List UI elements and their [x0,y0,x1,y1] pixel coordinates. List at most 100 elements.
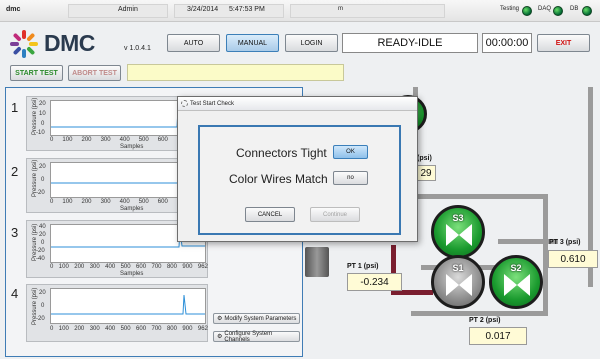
ch3-ytick: -20 [36,248,45,254]
valve-s1[interactable]: S1 [431,255,485,309]
valve-s1-label: S1 [452,263,464,273]
valve-s3-symbol-icon [446,224,472,246]
timer-display: 00:00:00 [482,33,532,53]
time-text: 5:47:53 PM [229,6,265,13]
ch4-xtick: 200 [74,326,85,332]
pipe-bottom [411,311,548,316]
ch3-xtick: 400 [105,264,116,270]
cancel-button[interactable]: CANCEL [245,207,295,222]
auto-button[interactable]: AUTO [167,34,220,52]
pt-top-value: 29 [416,165,436,181]
channel-3-xaxis: 0 100 200 300 400 500 600 700 800 900 96… [50,264,208,270]
login-button[interactable]: LOGIN [285,34,338,52]
ch2-xtick: 500 [138,199,149,205]
app-name: dmc [6,6,21,13]
indicator-db-label: DB [570,6,579,12]
test-start-check-dialog: Test Start Check Connectors Tight OK Col… [177,96,418,242]
ch1-ytick: -10 [36,130,45,136]
connectors-ok-button[interactable]: OK [333,145,368,159]
mode-field [290,4,445,18]
pt2-label: PT 2 (psi) [469,317,501,324]
pt1-label: PT 1 (psi) [347,263,379,270]
pt1-value: -0.234 [347,273,402,291]
dialog-title: Test Start Check [190,100,235,107]
status-bar: dmc Admin 3/24/2014 5:47:53 PM m Testing… [0,0,600,22]
ch3-xtick: 962 [197,264,208,270]
ch3-xtick: 500 [120,264,131,270]
ch3-ytick: 40 [39,224,46,230]
ch3-ytick: 20 [39,232,46,238]
pt-top-label: (psi) [417,155,432,162]
color-wires-no-button[interactable]: no [333,171,368,185]
configure-system-channels-label: Configure System Channels [224,330,273,343]
abort-test-button[interactable]: ABORT TEST [68,65,121,81]
valve-s2[interactable]: S2 [489,255,543,309]
ch1-xtick: 600 [157,137,168,143]
continue-button[interactable]: Continue [310,207,360,222]
channel-3-number: 3 [11,225,19,240]
channel-3-xlabel: Samples [120,271,144,277]
ch1-ytick: 10 [39,111,46,117]
ch2-ytick: 20 [39,164,46,170]
ch4-xtick: 400 [105,326,116,332]
tank [305,247,329,277]
ch3-xtick: 600 [136,264,147,270]
gear-icon: ⚙ [217,316,223,322]
ch2-xtick: 0 [50,199,54,205]
ch4-xtick: 300 [89,326,100,332]
manual-button[interactable]: MANUAL [226,34,279,52]
ch4-xtick: 0 [50,326,54,332]
channel-1-number: 1 [11,100,19,115]
ch4-xtick: 700 [151,326,162,332]
ch4-xtick: 900 [182,326,193,332]
ch2-xtick: 400 [119,199,130,205]
exit-button[interactable]: EXIT [537,34,590,52]
mode-indicator: m [338,6,343,12]
modify-system-parameters-button[interactable]: ⚙ Modify System Parameters [213,313,300,324]
color-wires-match-label: Color Wires Match [229,172,328,186]
ch4-ytick: 20 [39,290,46,296]
ch4-ytick: -20 [36,316,45,322]
channel-4-xaxis: 0 100 200 300 400 500 600 700 800 900 96… [50,326,208,332]
start-test-button[interactable]: START TEST [10,65,63,81]
channel-4-trace [51,294,205,315]
testing-led [522,6,532,16]
pt3-value: 0.610 [548,250,598,268]
test-message-field [127,64,344,81]
ch3-xtick: 0 [50,264,54,270]
ch3-xtick: 700 [151,264,162,270]
version-text: v 1.0.4.1 [124,45,151,52]
channel-4-number: 4 [11,286,19,301]
valve-s3[interactable]: S3 [431,205,485,259]
dialog-content-panel: Connectors Tight OK Color Wires Match no… [198,125,401,235]
ch1-xtick: 0 [50,137,54,143]
ch1-xtick: 500 [138,137,149,143]
user-name: Admin [118,6,138,13]
indicator-testing-label: Testing [500,6,520,12]
ch1-ytick: 0 [41,121,45,127]
dialog-title-bar: Test Start Check [178,97,417,111]
loading-icon [181,100,188,107]
ch2-xtick: 100 [62,199,73,205]
ch1-xtick: 100 [62,137,73,143]
ch4-xtick: 500 [120,326,131,332]
channel-4-plot [50,288,206,324]
logo-text: DMC [44,30,95,56]
ch3-xtick: 200 [74,264,85,270]
channel-4-chart: Pressure (psi) 20 0 -20 0 100 200 300 40… [26,284,208,342]
dmc-logo-icon [10,30,38,58]
date-text: 3/24/2014 [187,6,219,13]
ch3-xtick: 900 [182,264,193,270]
configure-system-channels-button[interactable]: ⚙ Configure System Channels [213,330,300,343]
modify-system-parameters-label: Modify System Parameters [224,315,297,322]
ch3-ytick: 0 [41,240,45,246]
ch1-xtick: 400 [119,137,130,143]
status-display: READY-IDLE [342,33,478,53]
ch1-xtick: 300 [100,137,111,143]
valve-s2-label: S2 [510,263,522,273]
db-led [582,6,592,16]
ch4-xtick: 800 [166,326,177,332]
ch3-xtick: 100 [58,264,69,270]
pt3-label: PT 3 (psi) [549,239,581,246]
ch4-ytick: 0 [41,303,45,309]
